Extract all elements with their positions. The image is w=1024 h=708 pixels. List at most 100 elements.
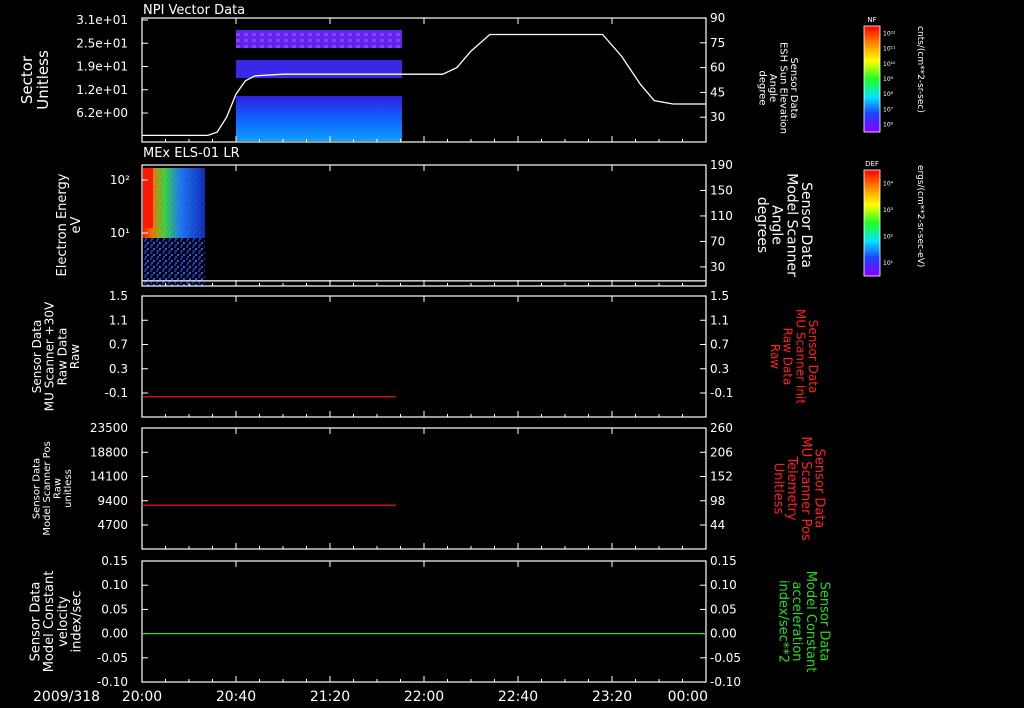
left-tick-label: 0.3: [109, 362, 128, 376]
time-tick-label: 20:40: [216, 689, 256, 705]
right-tick-label: 0.05: [710, 602, 737, 616]
els-right-label-line: Angle: [769, 205, 785, 245]
right-tick-label: 150: [710, 183, 733, 197]
model-velocity-frame: [141, 560, 707, 683]
left-tick-label: 3.1e+01: [76, 13, 128, 27]
colorbar-tick-label: 10⁷: [883, 106, 894, 113]
sun-elevation-line: [142, 33, 706, 137]
colorbar-tick-label: 10¹: [883, 260, 894, 267]
colorbar-tick-label: 10⁹: [883, 76, 894, 83]
colorbar-nf-units: cnts/(cm**2-sr-sec): [915, 26, 925, 113]
colorbar-tick-label: 10¹⁰: [883, 61, 896, 68]
npi-band-upper: [236, 30, 402, 48]
right-tick-label: 60: [710, 61, 725, 75]
right-tick-label: 152: [710, 470, 733, 484]
left-tick-label: 23500: [90, 421, 128, 435]
els-y-label: Electron EnergyeV: [55, 173, 84, 276]
right-tick-label: 45: [710, 85, 725, 99]
right-tick-label: 90: [710, 11, 725, 25]
colorbar-nf-label: NF: [867, 16, 876, 24]
right-tick-label: -0.10: [710, 675, 741, 689]
panel-model-velocity: 0.15 0.15 0.10 0.10 0.05 0.05 0.00 0.00 -0.05 -0.…: [29, 554, 832, 689]
panel-title-els: MEx ELS-01 LR: [143, 146, 240, 161]
els-right-label-line: degrees: [754, 197, 770, 253]
colorbar-nf: NF 10¹² 10¹¹ 10¹⁰ 10⁹ 10⁸ 10⁷ 10⁶ cnts/(cm**2-…: [863, 16, 925, 133]
multi-panel-time-series-chart: NPI Vector Data 3.1e+01 2.5e+01 1.9e+01 1.2…: [18, 3, 925, 705]
panel-title-npi: NPI Vector Data: [143, 3, 245, 18]
panel-scanner-30v: 1.5 1.51.1 1.10.7 0.70.3 0.3-0.1 -0.1Sensor D…: [30, 289, 820, 418]
scanner-30v-frame: [141, 295, 707, 418]
colorbar-def-label: DEF: [865, 160, 879, 168]
right-tick-label: 0.10: [710, 578, 737, 592]
colorbar-tick-label: 10¹²: [883, 31, 896, 38]
date-label: 2009/318: [33, 689, 100, 705]
left-tick-label: 9400: [97, 494, 128, 508]
npi-y-label-line: Unitless: [34, 50, 52, 110]
time-tick-label: 00:00: [668, 689, 708, 705]
left-tick-label: -0.10: [97, 675, 128, 689]
y-label-line: Raw: [68, 344, 82, 369]
npi-y-ticks: 3.1e+01 2.5e+01 1.9e+01 1.2e+01 6.2e+00: [76, 13, 148, 120]
panel-els: MEx ELS-01 LR 10² 10¹ 190 150 110 70 30 Elect…: [55, 146, 814, 287]
npi-frame: [141, 17, 707, 143]
left-tick-label: 0.7: [109, 338, 128, 352]
right-tick-label: 260: [710, 421, 733, 435]
els-heatmap: [143, 168, 205, 286]
right-tick-label: 0.00: [710, 627, 737, 641]
colorbar-nf-gradient: [863, 25, 881, 133]
colorbar-def-units: ergs/(cm**2-sr-sec-eV): [915, 165, 925, 267]
colorbar-tick-label: 10¹¹: [883, 46, 896, 53]
els-right-label-line: Model Scanner: [783, 173, 799, 277]
y-label-line: Sensor Data: [31, 458, 42, 519]
right-tick-label: 0.7: [710, 338, 729, 352]
right-tick-label: 30: [710, 110, 725, 124]
left-tick-label: 2.5e+01: [76, 36, 128, 50]
time-tick-label: 21:20: [310, 689, 350, 705]
y-label-line: Model Scanner Pos: [42, 441, 53, 535]
left-tick-label: 1.9e+01: [76, 60, 128, 74]
colorbar-tick-label: 10²: [883, 233, 894, 240]
right-tick-label: 1.5: [710, 289, 729, 303]
els-frame: [141, 164, 707, 287]
left-tick-label: 18800: [90, 445, 128, 459]
npi-right-label-line: Sensor Data: [788, 57, 799, 118]
npi-right-label-line: degree: [756, 70, 767, 105]
left-tick-label: 4700: [97, 518, 128, 532]
colorbar-def-gradient: [863, 169, 881, 277]
left-tick-label: 0.05: [101, 602, 128, 616]
els-right-ticks: 190 150 110 70 30: [700, 158, 733, 274]
npi-right-label-line: ESH Sun Elevation: [777, 42, 788, 134]
scanner-30v-content: 1.5 1.51.1 1.10.7 0.70.3 0.3-0.1 -0.1Sensor D…: [30, 289, 820, 411]
scanner-pos-content: 23500 260 18800 206 14100 152 9400 98 4700 44 Sens…: [31, 421, 826, 541]
y-label-line: index/sec: [69, 591, 84, 653]
npi-band-lower: [236, 96, 402, 141]
colorbar-tick-label: 10⁴: [883, 180, 894, 187]
right-tick-label: 110: [710, 209, 733, 223]
colorbar-def: DEF 10⁴ 10³ 10² 10¹ ergs/(cm**2-sr-sec-eV): [863, 160, 925, 277]
right-tick-label: 206: [710, 445, 733, 459]
colorbar-tick-label: 10⁸: [883, 91, 894, 98]
right-tick-label: 98: [710, 494, 725, 508]
panel-scanner-pos: 23500 260 18800 206 14100 152 9400 98 4700 44 Sens…: [31, 421, 826, 550]
left-tick-label: 0.10: [101, 578, 128, 592]
colorbar-def-ticks: 10⁴ 10³ 10² 10¹: [883, 180, 894, 267]
left-tick-label: 14100: [90, 470, 128, 484]
els-right-label: Sensor DataModel ScannerAngledegrees: [754, 173, 814, 277]
y-label-line: unitless: [63, 469, 74, 508]
left-tick-label: 10²: [110, 173, 130, 187]
time-tick-label: 22:00: [404, 689, 444, 705]
left-tick-label: 6.2e+00: [76, 106, 128, 120]
colorbar-tick-label: 10³: [883, 207, 894, 214]
right-tick-label: 0.15: [710, 554, 737, 568]
time-tick-label: 23:20: [592, 689, 632, 705]
left-tick-label: 0.00: [101, 627, 128, 641]
right-tick-label: 190: [710, 158, 733, 172]
left-tick-label: 1.5: [109, 289, 128, 303]
npi-right-label: Sensor DataESH Sun ElevationAngledegree: [756, 42, 799, 134]
npi-y-label: SectorUnitless: [18, 50, 52, 110]
scanner-pos-frame: [141, 427, 707, 550]
model-velocity-content: 0.15 0.15 0.10 0.10 0.05 0.05 0.00 0.00 -0.05 -0.…: [29, 554, 832, 689]
npi-right-ticks: 90 75 60 45 30: [700, 11, 725, 124]
left-tick-label: 1.2e+01: [76, 83, 128, 97]
colorbar-tick-label: 10⁶: [883, 121, 894, 128]
